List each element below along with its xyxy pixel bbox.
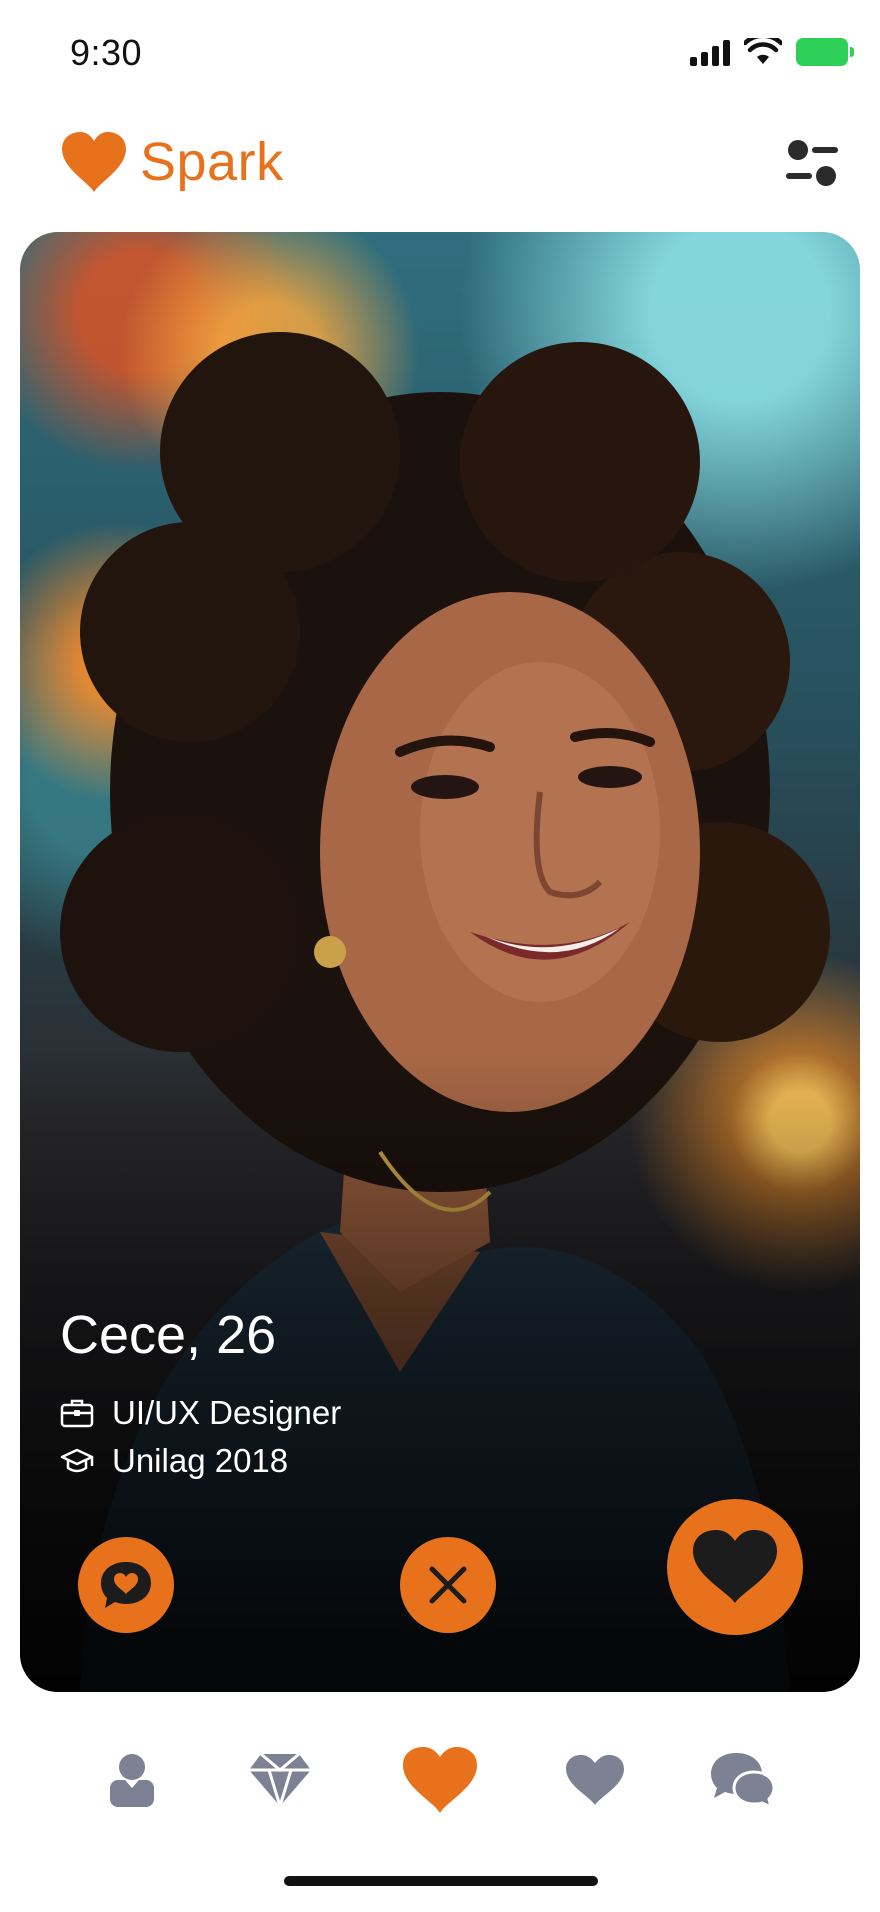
heart-icon xyxy=(566,1755,624,1805)
like-button[interactable] xyxy=(667,1499,803,1635)
profile-job-row: UI/UX Designer xyxy=(60,1394,341,1432)
status-bar: 9:30 xyxy=(0,0,880,110)
app-header: Spark xyxy=(0,120,880,220)
filter-toggles-icon xyxy=(786,140,838,186)
app-logo: Spark xyxy=(58,130,284,194)
bottom-nav xyxy=(0,1735,880,1835)
battery-icon xyxy=(796,38,854,66)
nav-messages[interactable] xyxy=(697,1735,787,1825)
app-name: Spark xyxy=(140,132,284,192)
profile-job: UI/UX Designer xyxy=(112,1394,342,1431)
status-icons xyxy=(690,38,854,66)
nav-spark[interactable] xyxy=(395,1735,485,1825)
briefcase-icon xyxy=(60,1399,94,1428)
cellular-signal-icon xyxy=(690,38,730,66)
chat-bubbles-icon xyxy=(711,1753,776,1810)
heart-icon xyxy=(62,132,126,192)
nav-likes[interactable] xyxy=(550,1735,640,1825)
message-button[interactable] xyxy=(78,1537,174,1633)
profile-name-age: Cece, 26 xyxy=(60,1305,277,1365)
profile-card[interactable]: Cece, 26 UI/UX Designer Unilag 2018 xyxy=(20,232,860,1692)
heart-chat-icon xyxy=(101,1562,151,1608)
close-icon xyxy=(429,1566,467,1604)
filter-button[interactable] xyxy=(780,132,844,196)
profile-education: Unilag 2018 xyxy=(112,1442,289,1479)
nav-explore[interactable] xyxy=(235,1735,325,1825)
heart-icon xyxy=(403,1747,477,1813)
graduation-cap-icon xyxy=(60,1448,94,1473)
heart-icon xyxy=(693,1530,777,1603)
pass-button[interactable] xyxy=(400,1537,496,1633)
nav-profile[interactable] xyxy=(87,1735,177,1825)
wifi-icon xyxy=(744,38,782,64)
status-time: 9:30 xyxy=(70,32,143,73)
user-icon xyxy=(110,1754,154,1807)
diamond-icon xyxy=(249,1752,311,1808)
profile-education-row: Unilag 2018 xyxy=(60,1442,288,1480)
home-indicator xyxy=(284,1876,598,1886)
